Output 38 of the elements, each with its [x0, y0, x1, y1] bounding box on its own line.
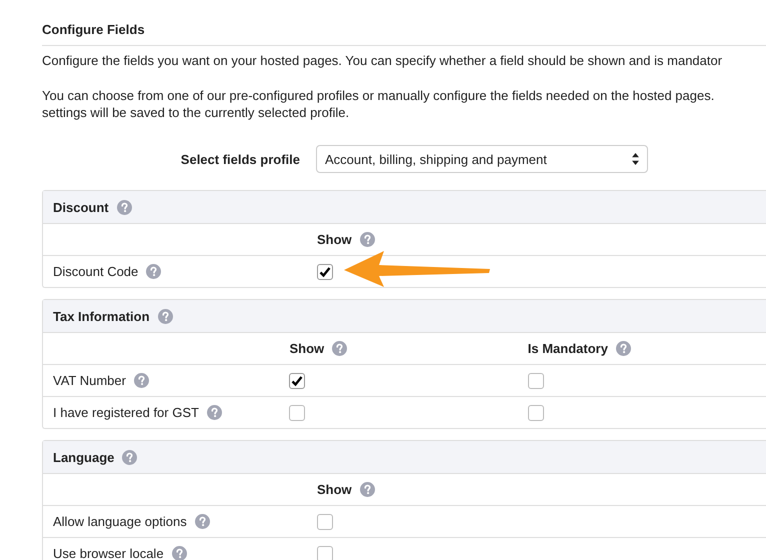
checkbox[interactable]: [289, 404, 306, 420]
field-label: Discount Code: [53, 264, 138, 279]
checkbox[interactable]: [317, 546, 333, 560]
profile-select[interactable]: Account, billing, shipping and payment: [316, 145, 648, 173]
description-text: settings will be saved to the currently selected profile.: [42, 104, 350, 121]
description-text: You can choose from one of our pre-configured profiles or manually configure the fields needed on the hosted pages.: [42, 87, 716, 104]
help-icon[interactable]: [146, 264, 162, 279]
help-icon[interactable]: [194, 514, 210, 529]
help-icon[interactable]: [360, 482, 375, 497]
field-label: Select fields profile: [180, 152, 301, 166]
caret-icon: [632, 153, 639, 165]
description-text: Configure the fields you want on your hosted pages. You can specify whether a field should be shown and is mandator: [42, 52, 724, 69]
help-icon[interactable]: [206, 405, 222, 420]
column-header: Show: [317, 232, 352, 247]
help-icon[interactable]: [360, 232, 375, 247]
field-label: VAT Number: [53, 373, 126, 388]
help-icon[interactable]: [116, 200, 132, 214]
checkbox[interactable]: [528, 372, 544, 388]
section-title: Configure Fields: [42, 22, 146, 39]
help-icon[interactable]: [616, 341, 631, 356]
panel-title: Discount: [53, 200, 109, 214]
panel-title: Tax Information: [53, 308, 150, 324]
checkbox[interactable]: [317, 514, 333, 530]
field-label: I have registered for GST: [53, 405, 199, 420]
help-icon[interactable]: [122, 450, 138, 464]
help-icon[interactable]: [158, 308, 173, 324]
checkbox[interactable]: [317, 264, 333, 280]
column-header: Show: [289, 341, 324, 356]
panel-title: Language: [53, 450, 114, 464]
checkbox[interactable]: [528, 404, 544, 420]
column-header: Is Mandatory: [528, 341, 608, 356]
field-label: Use browser locale: [53, 546, 164, 560]
help-icon[interactable]: [172, 546, 187, 560]
column-header: Show: [317, 482, 352, 497]
checkbox[interactable]: [289, 372, 306, 388]
help-icon[interactable]: [134, 373, 149, 388]
help-icon[interactable]: [332, 341, 348, 356]
field-label: Allow language options: [53, 514, 187, 529]
